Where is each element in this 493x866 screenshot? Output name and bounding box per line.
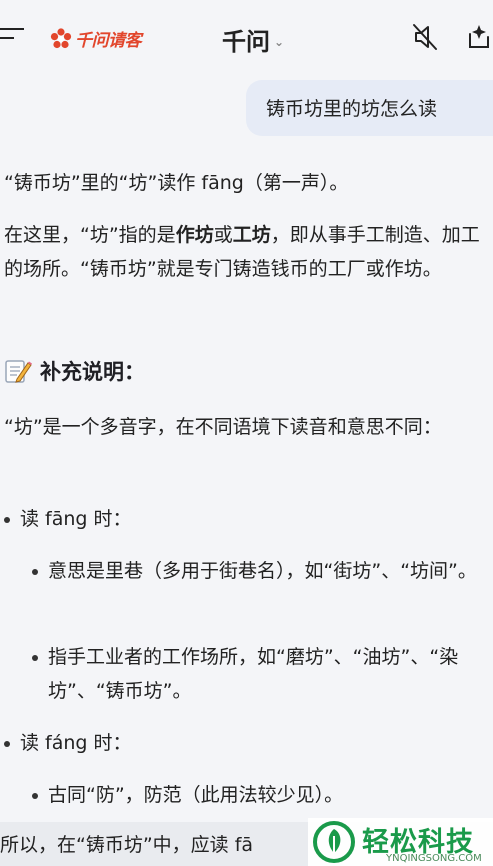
site-watermark: 轻松科技 YNQINGSONG.COM <box>308 818 493 866</box>
page-title: 千问 <box>222 28 270 56</box>
chevron-down-icon: ⌄ <box>274 34 285 49</box>
mute-speaker-icon[interactable] <box>412 22 440 52</box>
watermark-logo-icon <box>313 821 355 863</box>
bullet-dot <box>32 793 38 799</box>
bullet-dot <box>32 569 38 575</box>
list-item: 古同“防”，防范（此用法较少见）。 <box>48 784 344 806</box>
model-selector[interactable]: 千问 ⌄ <box>222 22 284 57</box>
top-bar: 千问请客 千问 ⌄ <box>0 0 493 80</box>
logo-text: 千问请客 <box>75 31 142 51</box>
new-chat-icon[interactable] <box>464 22 493 52</box>
section-title: 补充说明： <box>40 360 145 384</box>
menu-icon[interactable] <box>0 28 26 48</box>
bold-term: 作坊 <box>175 224 214 246</box>
list-item: 意思是里巷（多用于街巷名），如“街坊”、“坊间”。 <box>48 560 477 582</box>
list-item: 读 fāng 时： <box>20 508 132 530</box>
answer-paragraph-1: “铸币坊”里的“坊”读作 fāng（第一声）。 <box>4 172 349 194</box>
bullet-dot <box>4 517 10 523</box>
bottom-answer-text: 所以，在“铸币坊”中，应读 fā <box>0 834 254 856</box>
answer-paragraph-3: “坊”是一个多音字，在不同语境下读音和意思不同： <box>4 416 442 438</box>
section-heading: 补充说明： <box>4 356 145 386</box>
user-message-bubble: 铸币坊里的坊怎么读 <box>246 80 493 136</box>
memo-icon <box>5 360 32 383</box>
bold-term: 工坊 <box>232 224 271 246</box>
watermark-subtitle: YNQINGSONG.COM <box>386 853 482 864</box>
text-span: 在这里，“坊”指的是 <box>4 224 176 246</box>
flower-logo-icon <box>50 27 72 48</box>
list-item: 指手工业者的工作场所，如“磨坊”、“油坊”、“染坊”、“铸币坊”。 <box>48 646 459 702</box>
text-span: 或 <box>213 224 233 246</box>
answer-paragraph-2: 在这里，“坊”指的是作坊或工坊，即从事手工制造、加工的场所。“铸币坊”就是专门铸… <box>4 218 490 286</box>
list-item: 读 fáng 时： <box>20 732 132 754</box>
bullet-dot <box>4 741 10 747</box>
bullet-dot <box>32 655 38 661</box>
promo-logo[interactable]: 千问请客 <box>50 26 142 51</box>
